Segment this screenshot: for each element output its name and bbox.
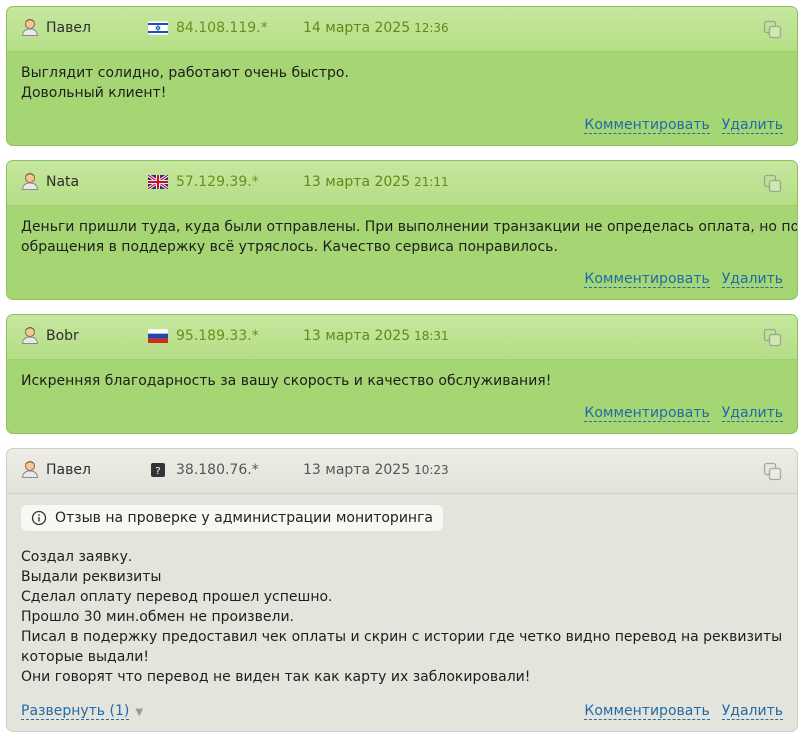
copy-icon[interactable] xyxy=(763,462,783,482)
review-date: 13 марта 2025 18:31 xyxy=(303,328,449,344)
review-card: Павел ? 38.180.76.* 13 марта 2025 10:23 О… xyxy=(6,448,798,732)
moderation-note: Отзыв на проверке у администрации монито… xyxy=(55,510,434,526)
review-card: Павел 84.108.119.* 14 марта 2025 12:36 Вы… xyxy=(6,6,798,146)
ip-address: 95.189.33.* xyxy=(176,328,259,344)
review-body: Отзыв на проверке у администрации монито… xyxy=(7,493,797,731)
expand-label[interactable]: Развернуть (1) xyxy=(21,703,130,720)
review-card: Bobr 95.189.33.* 13 марта 2025 18:31 Искр… xyxy=(6,314,798,434)
russia-flag-icon xyxy=(148,329,168,343)
review-time: 10:23 xyxy=(414,463,449,477)
delete-link[interactable]: Удалить xyxy=(721,405,783,422)
review-actions: Комментировать Удалить xyxy=(572,405,783,422)
user-avatar-icon xyxy=(21,173,39,190)
comment-link[interactable]: Комментировать xyxy=(584,405,710,422)
ip-address: 84.108.119.* xyxy=(176,20,268,36)
comment-link[interactable]: Комментировать xyxy=(584,703,710,720)
ip-address: 38.180.76.* xyxy=(176,462,259,478)
user-avatar-icon xyxy=(21,461,39,478)
review-body: Деньги пришли туда, куда были отправлены… xyxy=(7,205,797,299)
review-time: 21:11 xyxy=(414,175,449,189)
review-header: Павел 84.108.119.* 14 марта 2025 12:36 xyxy=(7,7,797,52)
svg-text:?: ? xyxy=(155,466,160,477)
review-text: Деньги пришли туда, куда были отправлены… xyxy=(21,219,798,255)
review-date: 13 марта 2025 10:23 xyxy=(303,462,449,478)
copy-icon[interactable] xyxy=(763,20,783,40)
review-body: Искренняя благодарность за вашу скорость… xyxy=(7,359,797,433)
author-name: Bobr xyxy=(46,328,79,344)
review-text: Создал заявку. Выдали реквизиты Сделал о… xyxy=(21,549,783,685)
delete-link[interactable]: Удалить xyxy=(721,271,783,288)
review-body: Выглядит солидно, работают очень быстро.… xyxy=(7,51,797,145)
copy-icon[interactable] xyxy=(763,174,783,194)
author-name: Павел xyxy=(46,462,91,478)
moderation-badge: Отзыв на проверке у администрации монито… xyxy=(21,505,444,531)
review-header: Nata 57.129.39.* 13 марта 2025 21:11 xyxy=(7,161,797,206)
delete-link[interactable]: Удалить xyxy=(721,703,783,720)
author-name: Nata xyxy=(46,174,80,190)
review-actions: Комментировать Удалить xyxy=(572,703,783,720)
review-date: 14 марта 2025 12:36 xyxy=(303,20,449,36)
info-icon xyxy=(31,510,47,526)
uk-flag-icon xyxy=(148,175,168,189)
review-time: 18:31 xyxy=(414,329,449,343)
review-date: 13 марта 2025 21:11 xyxy=(303,174,449,190)
review-text: Искренняя благодарность за вашу скорость… xyxy=(21,373,552,389)
review-time: 12:36 xyxy=(414,21,449,35)
comment-link[interactable]: Комментировать xyxy=(584,271,710,288)
user-avatar-icon xyxy=(21,327,39,344)
review-actions: Комментировать Удалить xyxy=(572,117,783,134)
ip-address: 57.129.39.* xyxy=(176,174,259,190)
delete-link[interactable]: Удалить xyxy=(721,117,783,134)
copy-icon[interactable] xyxy=(763,328,783,348)
review-card: Nata 57.129.39.* 13 марта 2025 21:11 День… xyxy=(6,160,798,300)
review-actions: Комментировать Удалить xyxy=(572,271,783,288)
author-name: Павел xyxy=(46,20,91,36)
review-header: Bobr 95.189.33.* 13 марта 2025 18:31 xyxy=(7,315,797,360)
user-avatar-icon xyxy=(21,19,39,36)
review-text: Выглядит солидно, работают очень быстро.… xyxy=(21,65,349,101)
comment-link[interactable]: Комментировать xyxy=(584,117,710,134)
unknown-flag-icon: ? xyxy=(151,463,165,477)
review-header: Павел ? 38.180.76.* 13 марта 2025 10:23 xyxy=(7,449,797,494)
israel-flag-icon xyxy=(148,21,168,35)
expand-link[interactable]: Развернуть (1) ▼ xyxy=(21,703,144,720)
chevron-down-icon: ▼ xyxy=(135,707,144,718)
